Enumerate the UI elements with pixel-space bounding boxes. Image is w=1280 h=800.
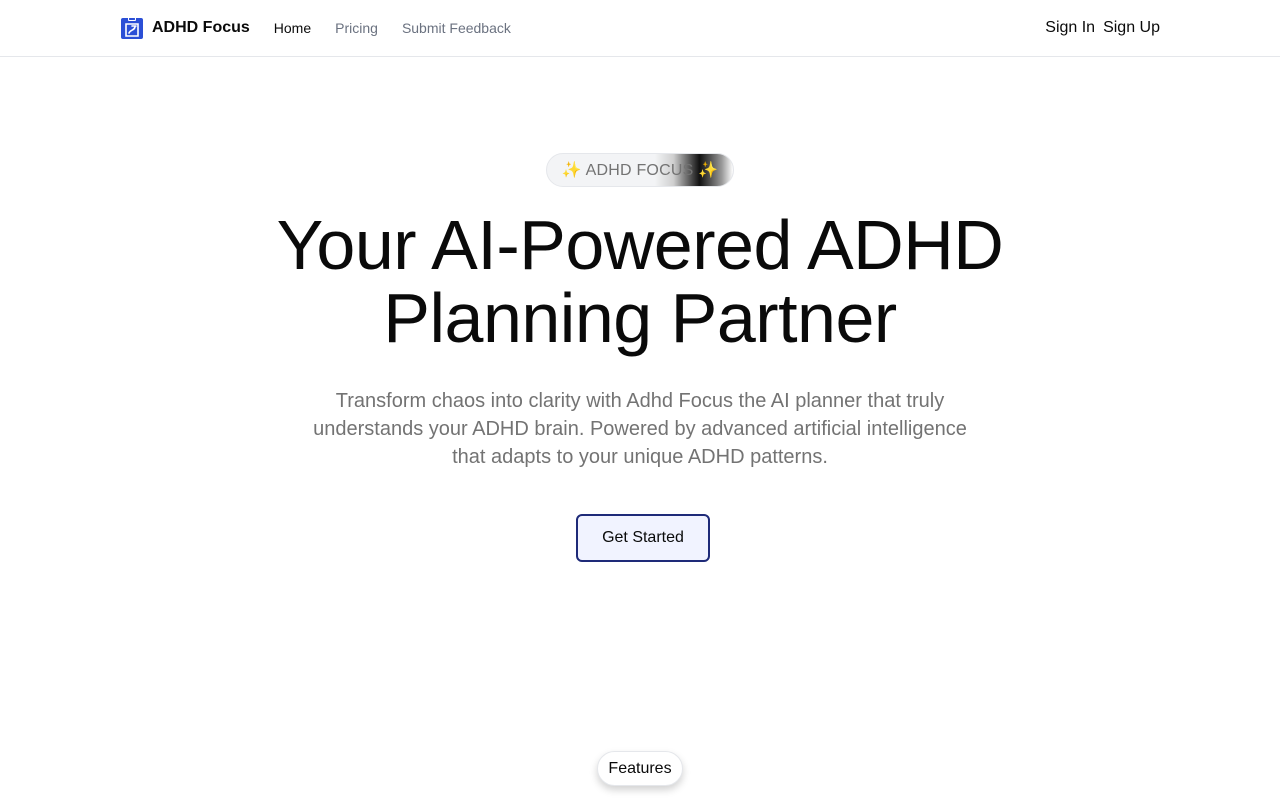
top-navbar: ADHD Focus Home Pricing Submit Feedback … [0, 0, 1280, 57]
navbar-inner: ADHD Focus Home Pricing Submit Feedback … [120, 0, 1160, 56]
nav-link-home[interactable]: Home [274, 20, 311, 36]
hero-subtitle: Transform chaos into clarity with Adhd F… [313, 390, 967, 468]
clipboard-logo-icon [120, 16, 144, 40]
hero-badge-text: ✨ ADHD FOCUS ✨ [561, 162, 719, 179]
brand-name: ADHD Focus [152, 19, 250, 36]
hero-title: Your AI-Powered ADHD Planning Partner [140, 209, 1140, 355]
hero-badge: ✨ ADHD FOCUS ✨ [546, 153, 734, 187]
nav-link-submit-feedback[interactable]: Submit Feedback [402, 20, 511, 36]
hero-title-line-1: Your AI-Powered ADHD [276, 206, 1004, 284]
nav-link-pricing[interactable]: Pricing [335, 20, 378, 36]
brand-link[interactable]: ADHD Focus [120, 16, 250, 40]
get-started-button[interactable]: Get Started [576, 514, 710, 562]
navbar-right: Sign In Sign Up [1037, 19, 1160, 37]
navbar-left: ADHD Focus Home Pricing Submit Feedback [120, 16, 535, 40]
nav-links: Home Pricing Submit Feedback [274, 20, 535, 36]
hero-title-line-2: Planning Partner [383, 279, 897, 357]
features-tab-button[interactable]: Features [597, 751, 683, 786]
sign-up-link[interactable]: Sign Up [1103, 19, 1160, 37]
sign-in-link[interactable]: Sign In [1045, 19, 1095, 37]
